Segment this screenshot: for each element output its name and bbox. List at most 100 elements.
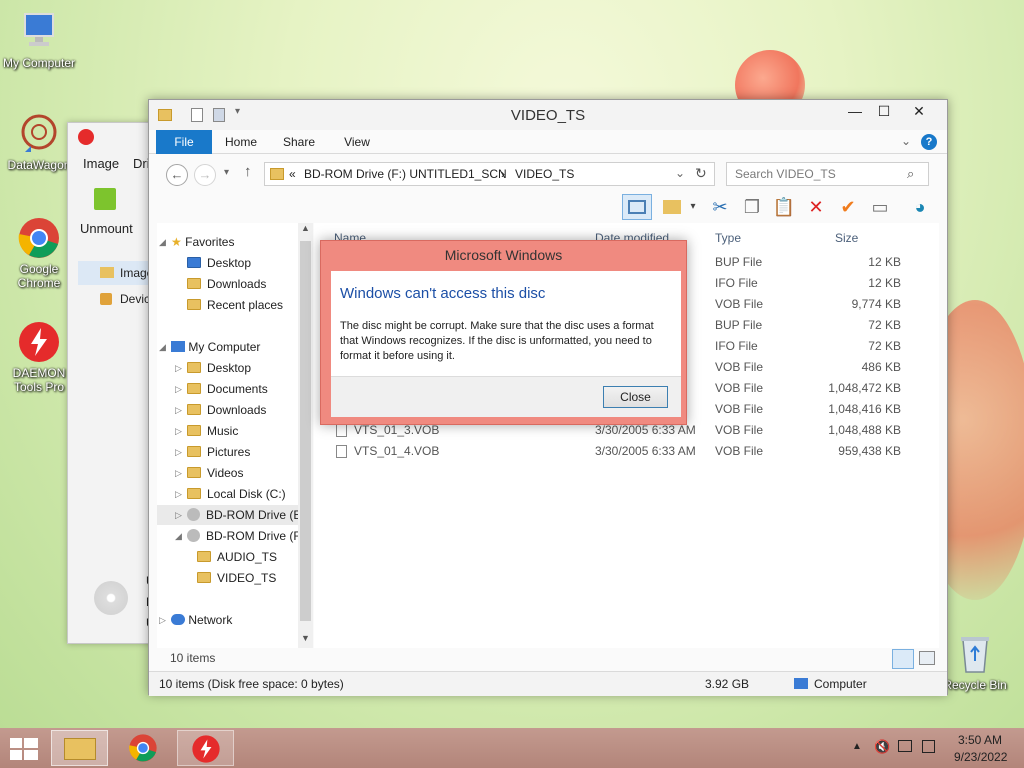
- status-bar: 10 items (Disk free space: 0 bytes) 3.92…: [149, 671, 947, 696]
- action-center-icon[interactable]: [922, 740, 935, 753]
- tab-view[interactable]: View: [337, 130, 377, 154]
- nav-pc-documents[interactable]: ▷ Documents: [175, 379, 268, 399]
- column-type[interactable]: Type: [715, 229, 741, 247]
- nav-pc-downloads[interactable]: ▷ Downloads: [175, 400, 266, 420]
- nav-pc-pictures[interactable]: ▷ Pictures: [175, 442, 250, 462]
- unmount-icon: [94, 188, 116, 210]
- file-row[interactable]: VTS_01_4.VOB 3/30/2005 6:33 AM VOB File 959…: [314, 441, 939, 462]
- ribbon-tabs: File Home Share View ⌄ ?: [149, 130, 947, 154]
- nav-video-ts[interactable]: VIDEO_TS: [197, 568, 276, 588]
- nav-scrollbar[interactable]: ▲ ▼: [298, 223, 313, 648]
- search-box[interactable]: Search VIDEO_TS ⌕: [726, 162, 929, 186]
- computer-icon: [171, 341, 185, 352]
- breadcrumb-drive[interactable]: BD-ROM Drive (F:) UNTITLED1_SCN: [304, 167, 507, 181]
- forward-button[interactable]: →: [194, 164, 216, 186]
- recent-dropdown-icon[interactable]: ▾: [224, 167, 229, 178]
- chrome-icon: [17, 216, 61, 260]
- nav-fav-downloads[interactable]: Downloads: [187, 274, 266, 294]
- item-count: 10 items: [170, 651, 216, 665]
- up-button[interactable]: ↑: [244, 163, 252, 180]
- cut-icon[interactable]: ✂: [706, 194, 734, 220]
- computer-icon: [17, 10, 61, 54]
- menu-image[interactable]: Image: [83, 156, 119, 171]
- scroll-thumb[interactable]: [300, 241, 311, 621]
- error-dialog[interactable]: Microsoft Windows Windows can't access t…: [320, 240, 687, 425]
- ribbon-expand-icon[interactable]: ⌄: [901, 134, 911, 148]
- scroll-up-icon[interactable]: ▲: [301, 223, 310, 233]
- paste-icon[interactable]: 📋: [770, 194, 798, 220]
- close-button[interactable]: Close: [603, 386, 668, 408]
- copy-icon[interactable]: ❐: [738, 194, 766, 220]
- back-button[interactable]: ←: [166, 164, 188, 186]
- show-hidden-icons-icon[interactable]: ▲: [852, 741, 862, 752]
- large-icons-view-icon[interactable]: [919, 651, 935, 665]
- address-dropdown-icon[interactable]: ⌄: [675, 166, 685, 180]
- clock-date[interactable]: 9/23/2022: [954, 750, 1007, 764]
- delete-icon[interactable]: ✕: [802, 194, 830, 220]
- nav-pc-bdrom-e[interactable]: ▷ BD-ROM Drive (E: [157, 505, 312, 525]
- toolbar: ▾ ✂ ❐ 📋 ✕ ✔ ▭ ◕: [149, 191, 947, 223]
- nav-pc-bdrom-f[interactable]: ◢ BD-ROM Drive (F: [175, 526, 301, 546]
- nav-fav-recent[interactable]: Recent places: [187, 295, 283, 315]
- dialog-title: Microsoft Windows: [444, 247, 563, 263]
- globe-icon[interactable]: ◕: [906, 194, 934, 220]
- nav-network[interactable]: ▷ Network: [159, 610, 232, 630]
- dialog-footer: Close: [331, 376, 681, 417]
- daemon-logo-icon: [78, 129, 94, 145]
- nav-pc-music[interactable]: ▷ Music: [175, 421, 238, 441]
- rename-icon[interactable]: ▭: [866, 194, 894, 220]
- folder-icon: [270, 168, 284, 180]
- status-summary: 10 items (Disk free space: 0 bytes): [159, 677, 344, 691]
- minimize-button[interactable]: —: [840, 100, 870, 122]
- daemon-tools-icon: [192, 735, 220, 763]
- volume-muted-icon[interactable]: 🔇: [874, 739, 890, 755]
- tab-file[interactable]: File: [156, 130, 212, 154]
- maximize-button[interactable]: ☐: [869, 100, 899, 122]
- close-window-button[interactable]: ✕: [898, 100, 940, 122]
- nav-my-computer[interactable]: ◢ My Computer: [159, 337, 260, 357]
- address-row: ← → ▾ ↑ « BD-ROM Drive (F:) UNTITLED1_SC…: [149, 155, 947, 191]
- search-icon[interactable]: ⌕: [907, 166, 914, 182]
- taskbar-chrome[interactable]: [114, 730, 171, 766]
- star-icon: ★: [171, 235, 182, 249]
- nav-pc-videos[interactable]: ▷ Videos: [175, 463, 243, 483]
- desktop-icon-my-computer[interactable]: My Computer: [0, 10, 78, 70]
- column-size[interactable]: Size: [835, 229, 858, 247]
- folder-options-icon[interactable]: [658, 194, 686, 220]
- recycle-bin-icon: [953, 632, 997, 676]
- nav-audio-ts[interactable]: AUDIO_TS: [197, 547, 277, 567]
- refresh-icon[interactable]: ↻: [695, 165, 707, 182]
- folder-icon: [100, 267, 114, 278]
- file-icon: [336, 424, 347, 437]
- network-tray-icon[interactable]: [898, 740, 912, 752]
- address-bar[interactable]: « BD-ROM Drive (F:) UNTITLED1_SCN › VIDE…: [264, 162, 715, 186]
- disc-large-icon: [94, 581, 128, 615]
- navigation-pane[interactable]: ◢ ★ Favorites Desktop Downloads Recent pl…: [157, 223, 312, 648]
- toolbar-dropdown-icon[interactable]: ▾: [686, 194, 700, 220]
- start-button[interactable]: [10, 738, 38, 760]
- help-icon[interactable]: ?: [921, 134, 937, 150]
- taskbar-daemon-tools[interactable]: [177, 730, 234, 766]
- title-bar[interactable]: ▾ VIDEO_TS — ☐ ✕: [149, 100, 947, 130]
- breadcrumb-video-ts[interactable]: VIDEO_TS: [515, 167, 574, 181]
- disc-icon: [187, 508, 200, 521]
- details-view-icon[interactable]: [892, 649, 914, 669]
- tab-share[interactable]: Share: [279, 130, 319, 154]
- clock-time[interactable]: 3:50 AM: [958, 733, 1002, 747]
- disc-icon: [187, 529, 200, 542]
- nav-pc-desktop[interactable]: ▷ Desktop: [175, 358, 251, 378]
- unmount-button[interactable]: Unmount: [80, 221, 133, 236]
- dialog-heading: Windows can't access this disc: [340, 285, 546, 302]
- chrome-icon: [129, 734, 157, 762]
- taskbar: ▲ 🔇 3:50 AM 9/23/2022: [0, 728, 1024, 768]
- tab-home[interactable]: Home: [221, 130, 261, 154]
- checkmark-icon[interactable]: ✔: [834, 194, 862, 220]
- scroll-down-icon[interactable]: ▼: [301, 633, 310, 643]
- status-location: Computer: [814, 677, 867, 691]
- taskbar-explorer[interactable]: [51, 730, 108, 766]
- nav-favorites[interactable]: ◢ ★ Favorites: [159, 232, 234, 252]
- search-input[interactable]: Search VIDEO_TS: [735, 167, 836, 181]
- preview-pane-icon[interactable]: [622, 194, 652, 220]
- nav-pc-local-disk[interactable]: ▷ Local Disk (C:): [175, 484, 286, 504]
- nav-fav-desktop[interactable]: Desktop: [187, 253, 251, 273]
